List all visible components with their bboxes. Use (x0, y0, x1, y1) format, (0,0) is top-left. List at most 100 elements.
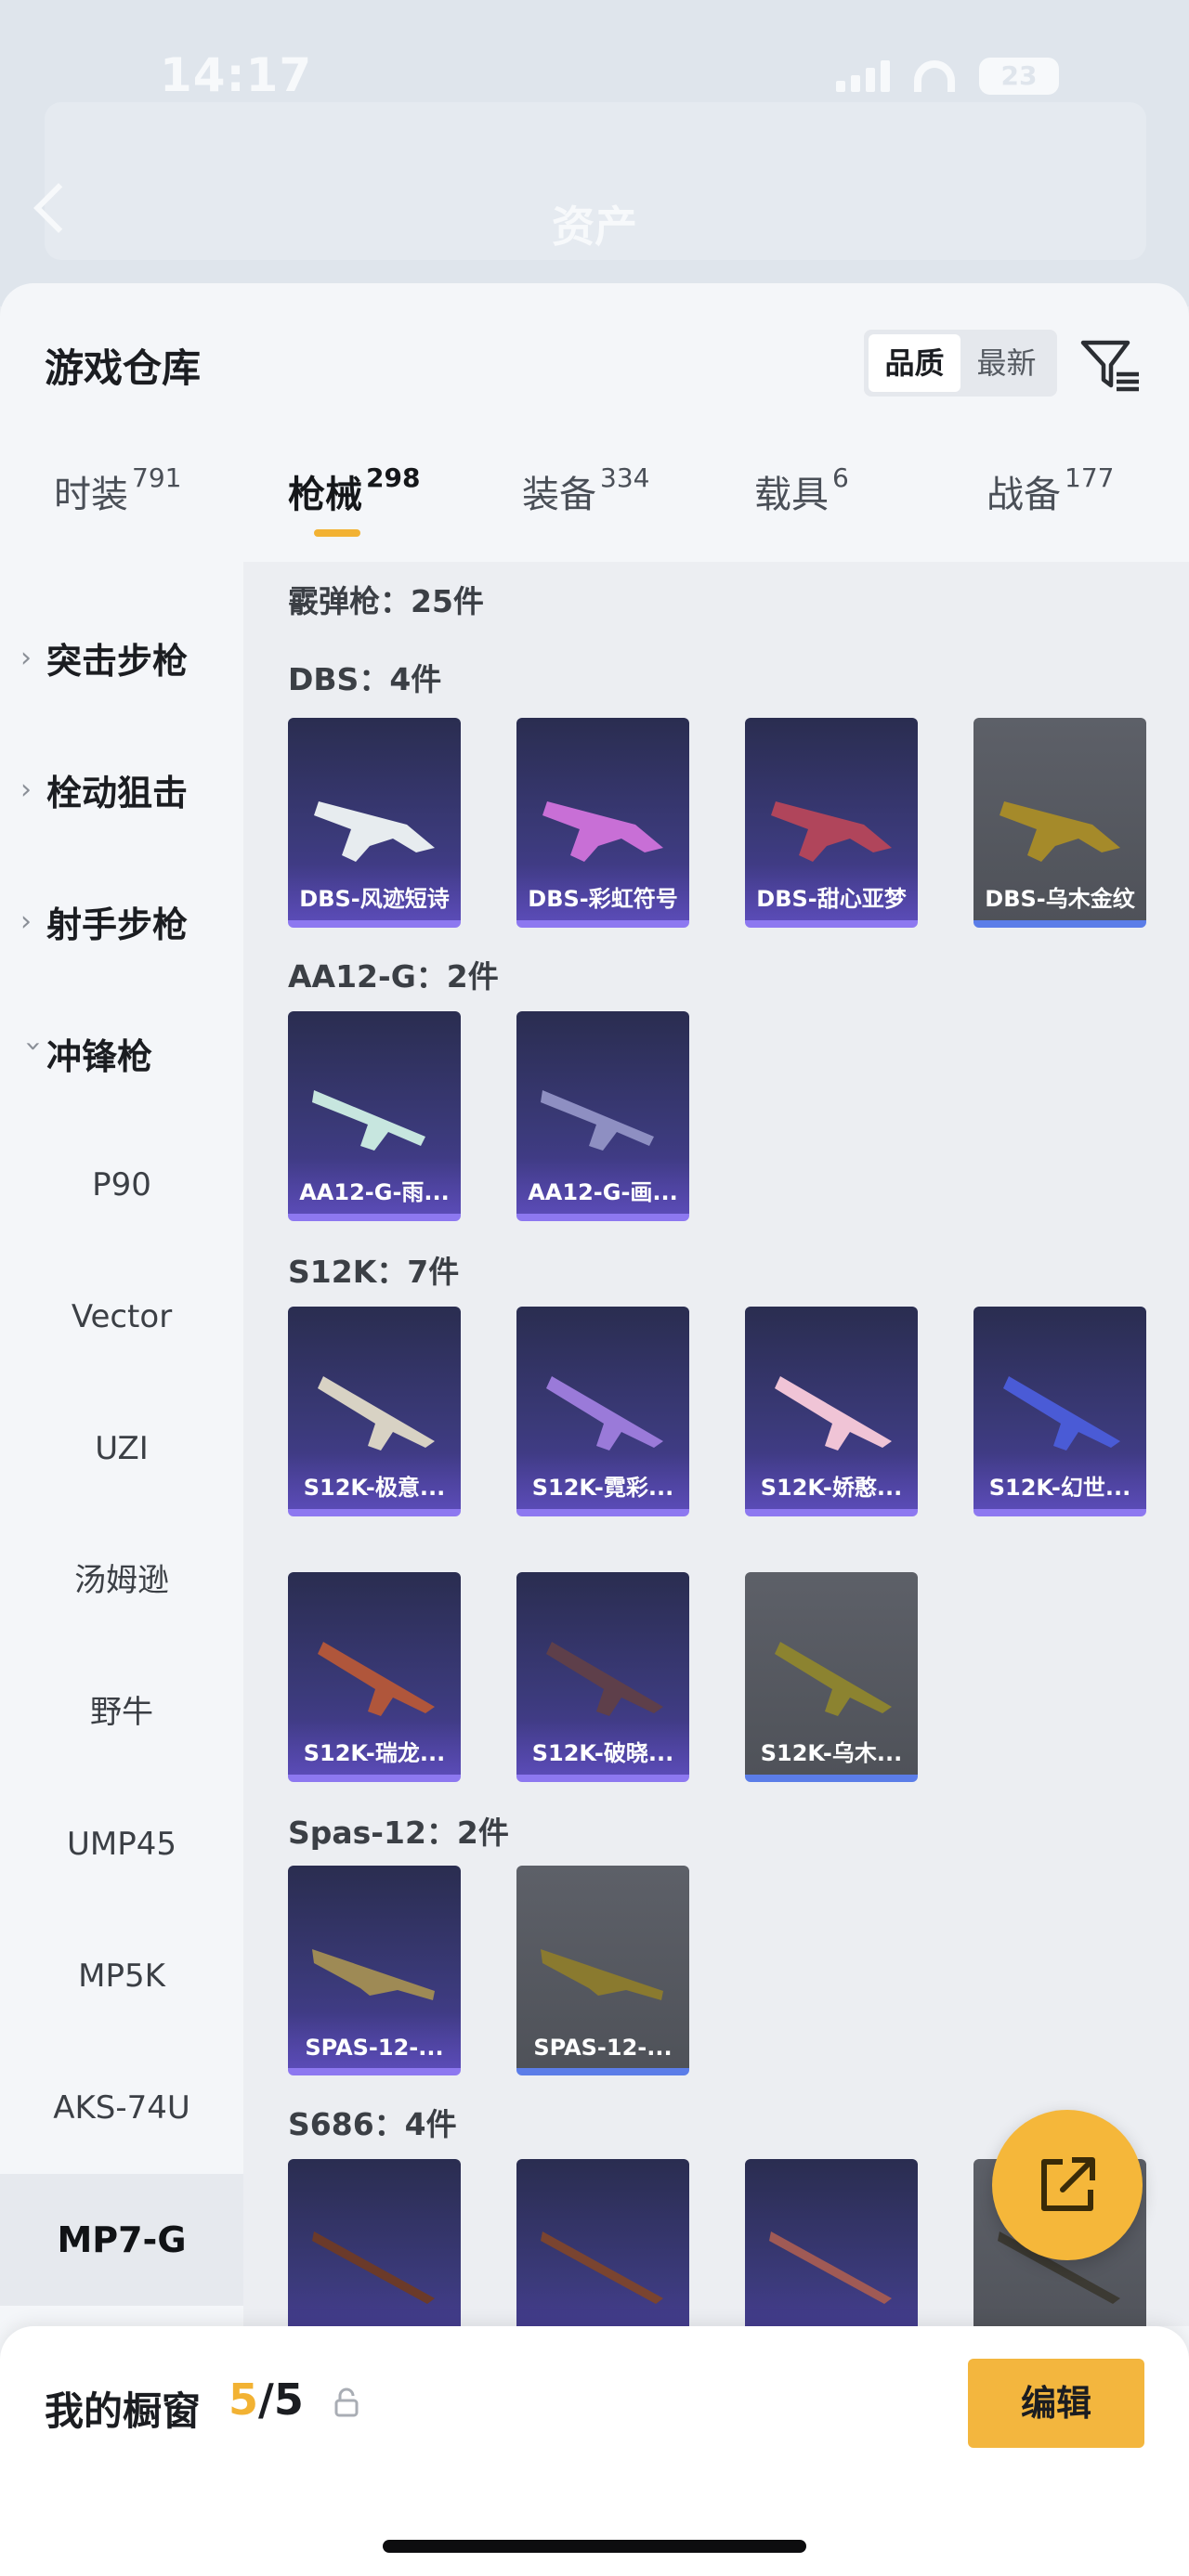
sidebar-sub-p90[interactable]: P90 (0, 1119, 243, 1251)
showcase-count: 5/5 (229, 2374, 304, 2425)
item-name: DBS-风迹短诗 (299, 886, 450, 912)
item-card[interactable]: AA12-G-画... (516, 1011, 689, 1221)
item-name: SPAS-12-... (305, 2035, 444, 2061)
item-card[interactable]: SPAS-12-... (288, 1866, 461, 2075)
tab-label: 枪械 (288, 474, 362, 516)
group-title: DBS：4件 (288, 661, 442, 697)
sidebar-sub-uzi[interactable]: UZI (0, 1383, 243, 1515)
home-indicator (383, 2540, 806, 2553)
sidebar-item-assault-rifle[interactable]: › 突击步枪 (0, 592, 243, 723)
gun-icon (314, 801, 435, 862)
showcase-count-total: /5 (258, 2374, 304, 2425)
item-name: DBS-彩虹符号 (528, 886, 678, 912)
item-card[interactable]: DBS-甜心亚梦 (745, 718, 918, 928)
item-name: DBS-甜心亚梦 (756, 886, 907, 912)
sort-option-quality[interactable]: 品质 (869, 334, 960, 392)
status-icons: 23 (836, 58, 1059, 95)
sidebar-sub-vector[interactable]: Vector (0, 1251, 243, 1383)
share-button[interactable] (992, 2110, 1143, 2260)
external-link-icon (1041, 2157, 1095, 2211)
gun-icon (312, 1949, 435, 2000)
item-name: AA12-G-雨... (299, 1179, 450, 1205)
tab-fashion[interactable]: 时装 791 (54, 462, 181, 557)
sheet-title: 游戏仓库 (45, 345, 202, 391)
gun-icon (775, 1642, 892, 1716)
group-title: AA12-G：2件 (288, 958, 499, 995)
item-name: DBS-乌木金纹 (985, 886, 1135, 912)
item-card[interactable]: S12K-霓彩... (516, 1307, 689, 1516)
gun-icon (541, 2231, 663, 2304)
tab-supplies[interactable]: 战备 177 (986, 462, 1114, 557)
gun-icon (1000, 801, 1120, 862)
item-card[interactable]: AA12-G-雨... (288, 1011, 461, 1221)
gun-icon (542, 801, 663, 862)
tab-vehicles[interactable]: 载具 6 (754, 462, 849, 557)
status-time: 14:17 (160, 48, 313, 102)
wifi-icon (914, 60, 955, 92)
gun-icon (318, 1376, 435, 1451)
sidebar-item-label: 突击步枪 (46, 640, 189, 682)
showcase-count-current: 5 (229, 2374, 259, 2425)
item-card[interactable]: S12K-瑞龙... (288, 1572, 461, 1782)
item-name: S12K-乌木... (760, 1740, 903, 1766)
group-title: S686：4件 (288, 2106, 457, 2142)
item-grid: 霰弹枪：25件 DBS：4件 DBS-风迹短诗 DBS-彩虹符号 DBS-甜心亚… (243, 562, 1189, 2369)
tab-count: 298 (366, 462, 421, 493)
sidebar-item-label: 射手步枪 (46, 904, 189, 945)
sidebar-item-marksman-rifle[interactable]: › 射手步枪 (0, 855, 243, 987)
tab-count: 334 (600, 462, 650, 493)
gun-icon (541, 1090, 654, 1151)
sidebar-item-bolt-sniper[interactable]: › 栓动狙击 (0, 723, 243, 855)
sidebar-sub-mp7g[interactable]: MP7-G (0, 2174, 243, 2306)
category-tabs: 时装 791 枪械 298 装备 334 载具 6 战备 177 (0, 462, 1189, 557)
tab-equipment[interactable]: 装备 334 (522, 462, 650, 557)
gun-icon (541, 1949, 663, 2000)
item-name: S12K-霓彩... (531, 1475, 674, 1501)
group-title: Spas-12：2件 (288, 1815, 509, 1851)
gun-icon (771, 801, 892, 862)
item-card[interactable]: DBS-乌木金纹 (973, 718, 1146, 928)
item-card[interactable]: S12K-乌木... (745, 1572, 918, 1782)
gun-icon (546, 1376, 663, 1451)
item-card[interactable]: DBS-彩虹符号 (516, 718, 689, 928)
sidebar-item-smg[interactable]: › 冲锋枪 (0, 987, 243, 1119)
sort-option-newest[interactable]: 最新 (960, 334, 1052, 392)
group-title: 霰弹枪：25件 (288, 583, 484, 619)
sidebar-sub-bizon[interactable]: 野牛 (0, 1646, 243, 1778)
item-name: S12K-瑞龙... (303, 1740, 446, 1766)
item-card[interactable]: S12K-破晓... (516, 1572, 689, 1782)
tab-guns[interactable]: 枪械 298 (288, 462, 421, 557)
gun-icon (312, 2231, 435, 2304)
tab-label: 装备 (522, 474, 596, 516)
item-card[interactable]: DBS-风迹短诗 (288, 718, 461, 928)
item-card[interactable]: S12K-娇憨... (745, 1307, 918, 1516)
chevron-down-icon: › (17, 1040, 50, 1051)
sidebar: › 突击步枪 › 栓动狙击 › 射手步枪 › 冲锋枪 P90 Vector UZ… (0, 562, 243, 2576)
tab-active-indicator (314, 529, 360, 537)
battery-icon: 23 (979, 58, 1059, 95)
filter-icon[interactable] (1078, 332, 1144, 398)
nav-title: 资产 (552, 202, 637, 252)
gun-icon (775, 1376, 892, 1451)
sidebar-item-label: 栓动狙击 (46, 772, 189, 813)
gun-icon (546, 1642, 663, 1716)
sidebar-sub-ump45[interactable]: UMP45 (0, 1778, 243, 1910)
lock-icon (334, 2387, 359, 2417)
tab-label: 战备 (986, 474, 1061, 516)
sidebar-sub-aks74u[interactable]: AKS-74U (0, 2042, 243, 2174)
tab-label: 载具 (754, 474, 829, 516)
sort-toggle[interactable]: 品质 最新 (864, 330, 1057, 397)
gun-icon (769, 2231, 892, 2304)
item-card[interactable]: SPAS-12-... (516, 1866, 689, 2075)
item-card[interactable]: S12K-幻世... (973, 1307, 1146, 1516)
tab-count: 6 (832, 462, 849, 493)
item-card[interactable]: S12K-极意... (288, 1307, 461, 1516)
signal-icon (836, 60, 890, 92)
item-name: S12K-极意... (303, 1475, 446, 1501)
sidebar-sub-thompson[interactable]: 汤姆逊 (0, 1515, 243, 1646)
sidebar-sub-mp5k[interactable]: MP5K (0, 1910, 243, 2042)
gun-icon (1003, 1376, 1120, 1451)
showcase-title: 我的橱窗 (45, 2388, 202, 2434)
showcase-bar: 我的橱窗 5/5 编辑 (0, 2326, 1189, 2576)
edit-button[interactable]: 编辑 (968, 2359, 1144, 2448)
